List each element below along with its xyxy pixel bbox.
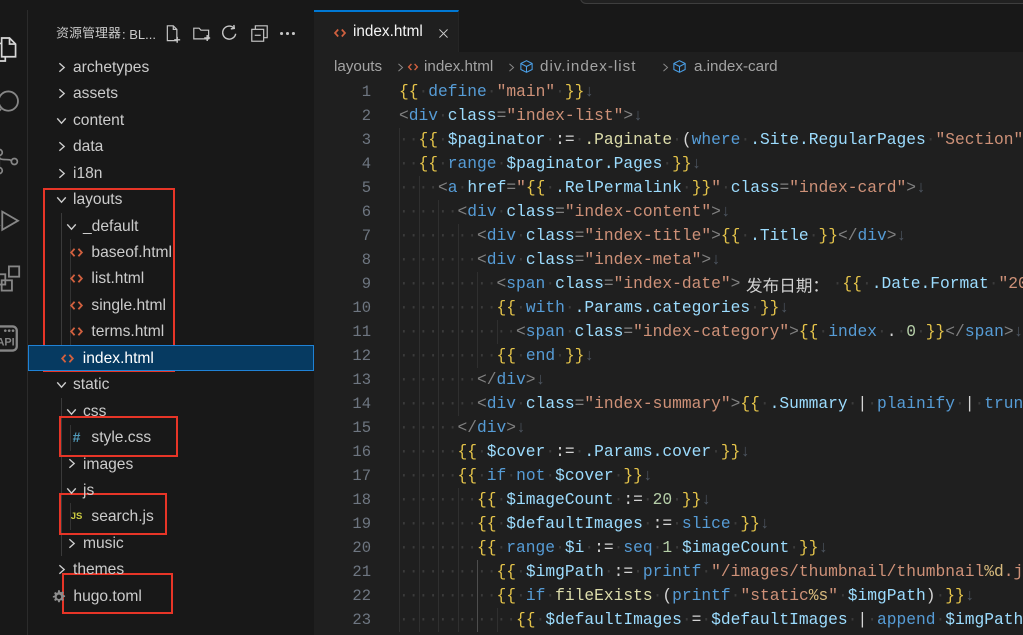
svg-text:API: API	[0, 337, 14, 349]
